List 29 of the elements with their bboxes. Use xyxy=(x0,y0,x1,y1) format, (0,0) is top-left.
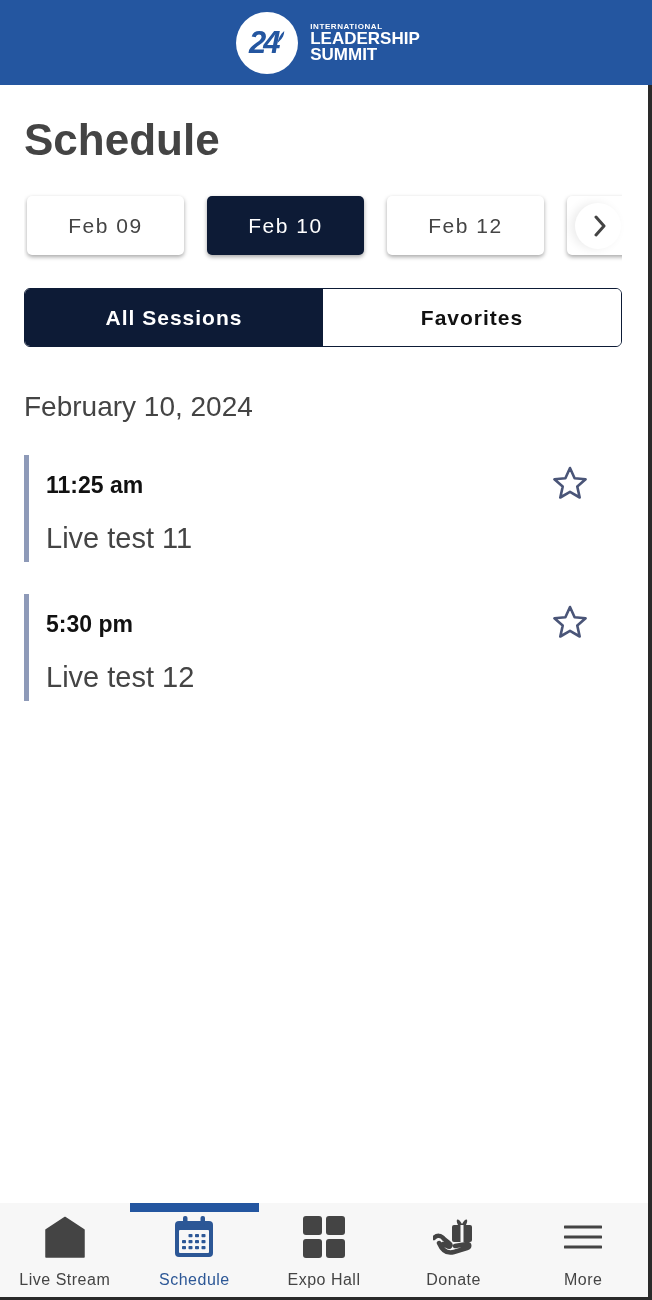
logo-badge: 24 xyxy=(236,11,299,74)
grid-icon xyxy=(303,1216,345,1258)
page-title: Schedule xyxy=(24,114,221,166)
session-item[interactable]: 5:30 pm Live test 12 xyxy=(24,594,622,701)
logo-title: LEADERSHIP xyxy=(310,31,420,47)
filter-tab[interactable]: All Sessions xyxy=(25,289,323,346)
session-title: Live test 12 xyxy=(46,660,195,695)
logo-title: SUMMIT xyxy=(310,47,379,63)
calendar-icon xyxy=(174,1216,215,1258)
session-title: Live test 11 xyxy=(46,521,193,556)
date-tab[interactable]: Feb 12 xyxy=(387,196,544,255)
feather-icon xyxy=(276,29,286,44)
house-icon xyxy=(43,1216,86,1258)
menu-icon xyxy=(564,1225,603,1249)
date-tab[interactable]: Feb 09 xyxy=(27,196,184,255)
nav-tab[interactable]: Expo Hall xyxy=(259,1203,389,1297)
logo-subtitle: INTERNATIONAL xyxy=(310,22,384,31)
session-item[interactable]: 11:25 am Live test 11 xyxy=(24,455,622,562)
date-heading: February 10, 2024 xyxy=(24,390,254,424)
nav-tab[interactable]: Schedule xyxy=(129,1203,260,1297)
nav-tab[interactable]: Live Stream xyxy=(0,1203,130,1297)
chevron-right-icon xyxy=(593,215,606,237)
nav-tab[interactable]: Donate xyxy=(388,1203,519,1297)
session-time: 11:25 am xyxy=(46,471,145,500)
session-time: 5:30 pm xyxy=(46,610,134,639)
date-tab[interactable]: Feb 10 xyxy=(207,196,364,255)
nav-tab[interactable]: More xyxy=(518,1203,648,1297)
star-icon[interactable] xyxy=(552,466,588,501)
star-icon[interactable] xyxy=(552,605,588,640)
